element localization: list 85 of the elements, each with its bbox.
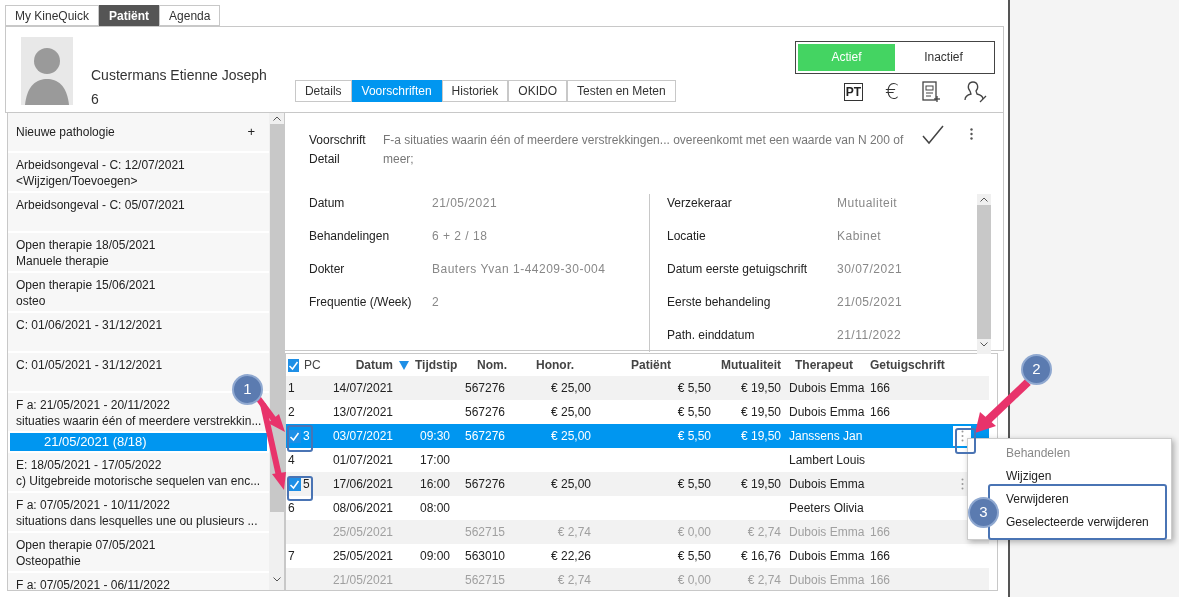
- table-cell-text: Dubois Emma: [789, 380, 865, 397]
- table-cell-text: 13/07/2021: [332, 404, 393, 421]
- table-cell-text: € 22,26: [550, 548, 591, 565]
- table-cell-text: 562715: [465, 524, 506, 541]
- field-label: Datum eerste getuigschrift: [667, 261, 809, 278]
- table-cell-text: € 25,00: [550, 380, 591, 397]
- table-cell-text: 567276: [465, 476, 506, 493]
- table-cell-text: 2: [288, 404, 295, 421]
- table-cell-text: Dubois Emma: [789, 524, 865, 541]
- field-label: Frequentie (/Week): [309, 294, 413, 311]
- field-label: Verzekeraar: [667, 195, 733, 212]
- table-cell-text: € 2,74: [557, 524, 591, 541]
- table-cell-text: 16:00: [420, 476, 451, 493]
- table-cell-text: 17/06/2021: [332, 476, 393, 493]
- table-cell-text: € 25,00: [550, 404, 591, 421]
- table-cell-text: 08/06/2021: [332, 500, 393, 517]
- table-cell-text: Lambert Louis: [789, 452, 866, 469]
- table-cell-text: € 25,00: [550, 428, 591, 445]
- table-cell-text: 166: [870, 548, 891, 565]
- table-cell-text: 17:00: [420, 452, 451, 469]
- table-cell-text: 563010: [465, 548, 506, 565]
- table-cell-text: € 0,00: [677, 572, 711, 589]
- field-label: Locatie: [667, 228, 707, 245]
- field-value: 21/11/2022: [837, 327, 902, 344]
- table-cell-text: € 5,50: [677, 476, 711, 493]
- field-label: Dokter: [309, 261, 346, 278]
- table-cell-text: € 5,50: [677, 404, 711, 421]
- table-cell-text: 4: [288, 452, 295, 469]
- table-cell-text: 1: [288, 380, 295, 397]
- table-cell-text: 03/07/2021: [332, 428, 393, 445]
- table-cell-text: € 16,76: [740, 548, 781, 565]
- table-cell-text: 7: [288, 548, 295, 565]
- field-label: Datum: [309, 195, 346, 212]
- table-cell-text: Dubois Emma: [789, 572, 865, 589]
- table-cell-text: € 0,00: [677, 524, 711, 541]
- field-value: Kabinet: [837, 228, 882, 245]
- table-cell-text: 166: [870, 572, 891, 589]
- table-cell-text: 567276: [465, 428, 506, 445]
- field-label: Behandelingen: [309, 228, 391, 245]
- table-cell-text: Dubois Emma: [789, 404, 865, 421]
- table-cell-text: € 19,50: [740, 428, 781, 445]
- field-value: 21/05/2021: [837, 294, 903, 311]
- table-cell-text: € 2,74: [747, 524, 781, 541]
- table-cell-text: 09:30: [420, 428, 451, 445]
- table-cell-text: 14/07/2021: [332, 380, 393, 397]
- table-cell-text: Dubois Emma: [789, 548, 865, 565]
- field-value: Bauters Yvan 1-44209-30-004: [432, 261, 606, 278]
- table-cell-text: Janssens Jan: [789, 428, 863, 445]
- table-cell-text: 3: [303, 428, 310, 445]
- table-cell-text: 166: [870, 404, 891, 421]
- table-cell-text: 562715: [465, 572, 506, 589]
- field-label: Eerste behandeling: [667, 294, 772, 311]
- table-cell-text: € 5,50: [677, 380, 711, 397]
- table-cell-text: 6: [288, 500, 295, 517]
- field-value: 30/07/2021: [837, 261, 903, 278]
- table-cell-text: 21/05/2021: [332, 572, 393, 589]
- table-cell-text: 166: [870, 380, 891, 397]
- field-label: Path. einddatum: [667, 327, 756, 344]
- patient-number: 6: [91, 90, 100, 109]
- table-cell-text: € 25,00: [550, 476, 591, 493]
- table-cell-text: 01/07/2021: [332, 452, 393, 469]
- table-cell-text: 567276: [465, 404, 506, 421]
- field-value: 21/05/2021: [432, 195, 498, 212]
- table-cell-text: 09:00: [420, 548, 451, 565]
- table-cell-text: € 19,50: [740, 380, 781, 397]
- table-cell-text: € 2,74: [557, 572, 591, 589]
- table-cell-text: 166: [870, 524, 891, 541]
- table-cell-text: 5: [303, 476, 310, 493]
- field-value: Mutualiteit: [837, 195, 898, 212]
- table-cell-text: Dubois Emma: [789, 476, 865, 493]
- field-value: F-a situaties waarin één of meerdere verstrekkingen... overeenkomt met een waarde van N 200 of meer;: [383, 132, 905, 168]
- table-cell-text: 08:00: [420, 500, 451, 517]
- table-cell-text: 567276: [465, 380, 506, 397]
- table-cell-text: € 2,74: [747, 572, 781, 589]
- table-cell-text: 25/05/2021: [332, 548, 393, 565]
- table-cell-text: € 5,50: [677, 428, 711, 445]
- field-label: Voorschrift Detail: [309, 132, 367, 168]
- table-cell-text: Peeters Olivia: [789, 500, 864, 517]
- table-cell-text: € 19,50: [740, 476, 781, 493]
- table-cell-text: € 19,50: [740, 404, 781, 421]
- table-cell-text: € 5,50: [677, 548, 711, 565]
- field-value: 2: [432, 294, 440, 311]
- field-value: 6 + 2 / 18: [432, 228, 488, 245]
- table-cell-text: 25/05/2021: [332, 524, 393, 541]
- patient-name: Custermans Etienne Joseph: [91, 66, 267, 85]
